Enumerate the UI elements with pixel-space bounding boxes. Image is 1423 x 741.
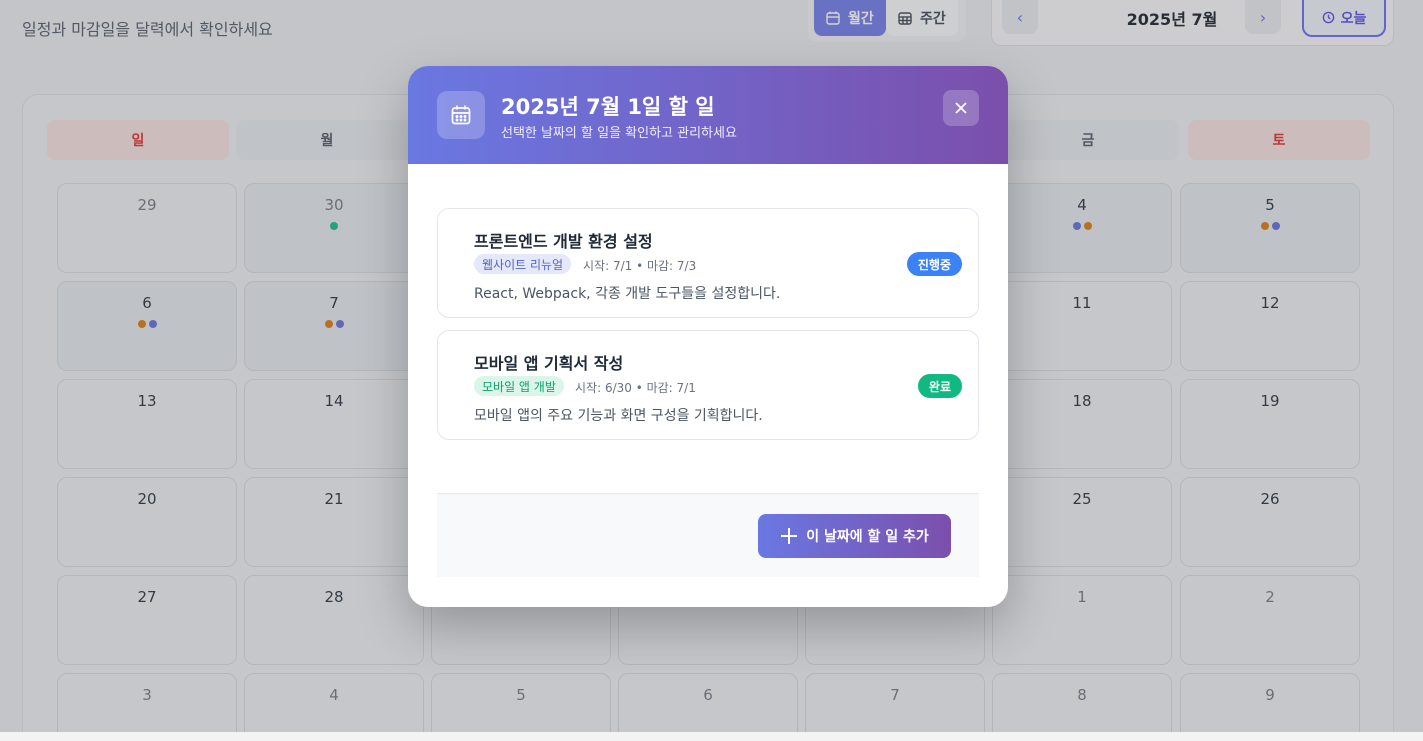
modal-title: 2025년 7월 1일 할 일 [501, 95, 715, 119]
task-description: 모바일 앱의 주요 기능과 화면 구성을 기획합니다. [474, 408, 763, 424]
project-tag: 웹사이트 리뉴얼 [474, 254, 572, 274]
status-badge: 완료 [917, 374, 962, 398]
plus-icon [781, 528, 798, 544]
task-card[interactable]: 프론트엔드 개발 환경 설정 웹사이트 리뉴얼 시작: 7/1 • 마감: 7/… [437, 208, 979, 318]
task-card[interactable]: 모바일 앱 기획서 작성 모바일 앱 개발 시작: 6/30 • 마감: 7/1… [437, 330, 979, 440]
add-task-label: 이 날짜에 할 일 추가 [806, 529, 929, 545]
project-tag: 모바일 앱 개발 [474, 376, 564, 396]
bottom-strip [0, 732, 1423, 741]
modal-header: 2025년 7월 1일 할 일 선택한 날짜의 할 일을 확인하고 관리하세요 [408, 66, 1008, 164]
modal-subtitle: 선택한 날짜의 할 일을 확인하고 관리하세요 [501, 126, 737, 141]
task-dates: 시작: 7/1 • 마감: 7/3 [583, 259, 697, 273]
status-badge: 진행중 [906, 252, 962, 276]
close-icon [955, 102, 967, 114]
day-tasks-modal: 2025년 7월 1일 할 일 선택한 날짜의 할 일을 확인하고 관리하세요 … [408, 66, 1008, 607]
add-task-button[interactable]: 이 날짜에 할 일 추가 [758, 514, 951, 558]
close-button[interactable] [943, 90, 979, 126]
task-title: 모바일 앱 기획서 작성 [474, 354, 624, 373]
task-title: 프론트엔드 개발 환경 설정 [474, 232, 653, 251]
calendar-icon [437, 91, 485, 139]
modal-footer: 이 날짜에 할 일 추가 [437, 493, 979, 577]
task-description: React, Webpack, 각종 개발 도구들을 설정합니다. [474, 286, 781, 302]
task-dates: 시작: 6/30 • 마감: 7/1 [575, 381, 696, 395]
